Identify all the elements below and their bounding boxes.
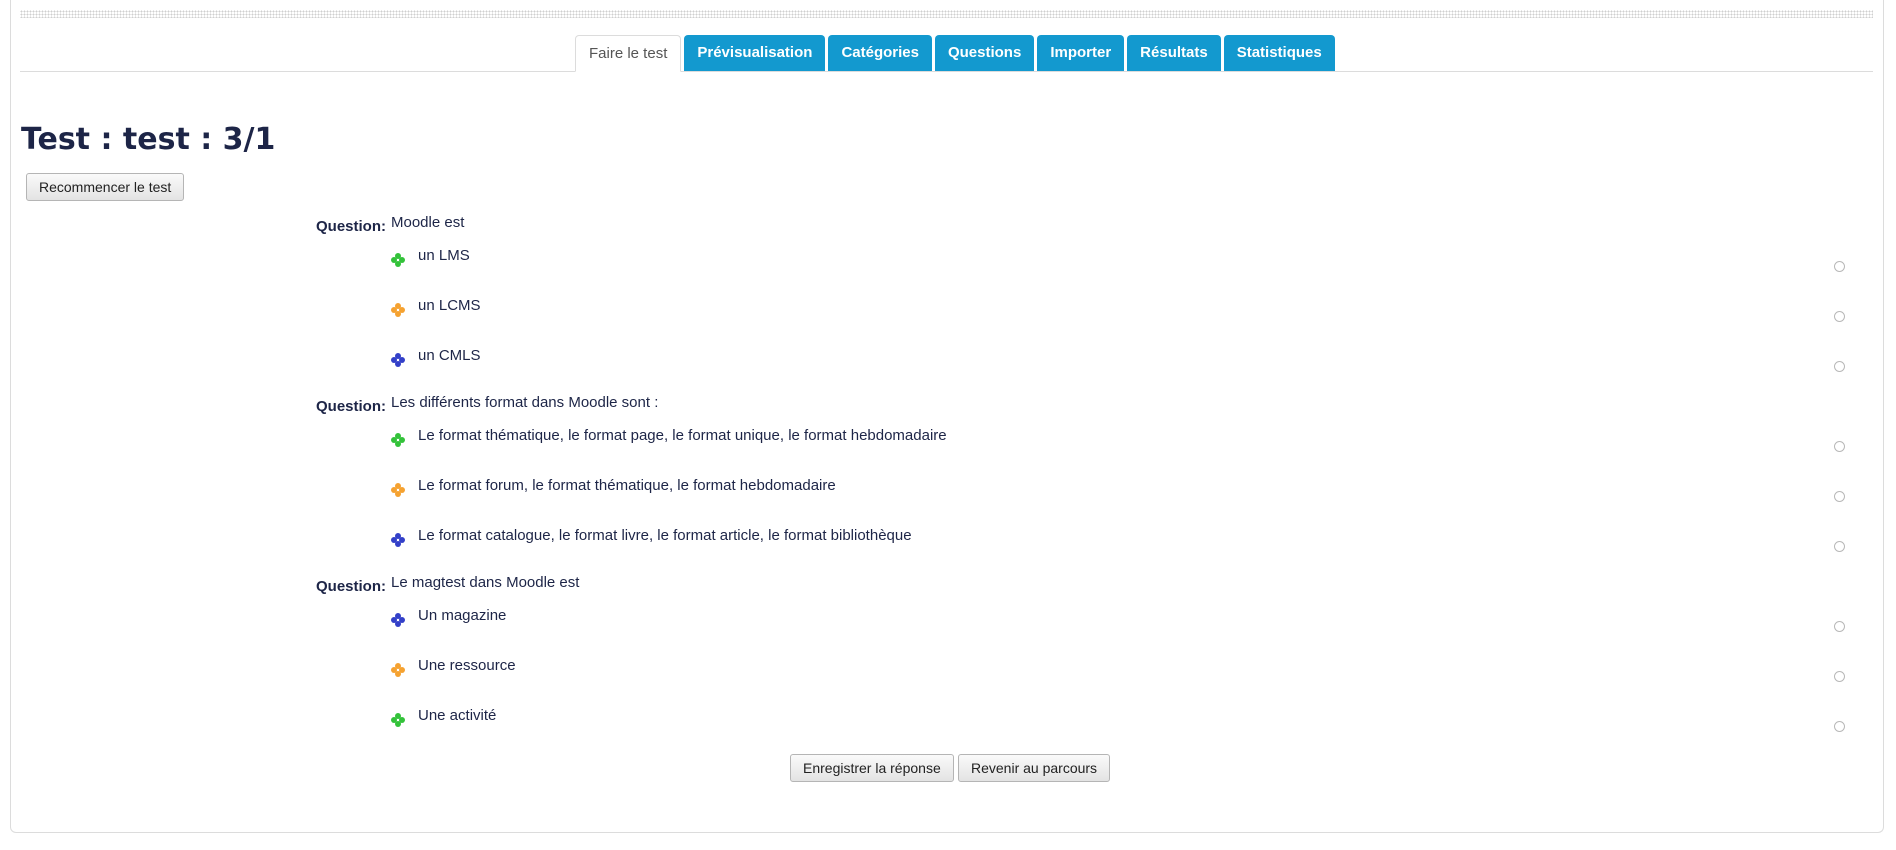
answer-radio[interactable]: [1834, 441, 1845, 452]
green-clover-icon: [391, 253, 405, 267]
blue-clover-icon: [391, 533, 405, 547]
question-text: Moodle est: [391, 214, 465, 231]
answer-radio[interactable]: [1834, 491, 1845, 502]
green-clover-icon: [391, 713, 405, 727]
dotted-divider: [20, 10, 1873, 18]
content-frame: [10, 0, 1884, 833]
answer-text: Le format forum, le format thématique, l…: [418, 477, 836, 494]
answer-text: un CMLS: [418, 347, 481, 364]
answer-radio[interactable]: [1834, 621, 1845, 632]
blue-clover-icon: [391, 353, 405, 367]
answer-text: Une ressource: [418, 657, 516, 674]
restart-test-button[interactable]: Recommencer le test: [26, 173, 185, 201]
answer-text: un LMS: [418, 247, 470, 264]
tab-importer[interactable]: Importer: [1037, 35, 1125, 71]
question-label: Question:: [316, 578, 386, 595]
question-label: Question:: [316, 218, 386, 235]
save-answer-button[interactable]: Enregistrer la réponse: [790, 754, 954, 782]
tab-bar: Faire le test Prévisualisation Catégorie…: [575, 35, 1335, 72]
answer-radio[interactable]: [1834, 721, 1845, 732]
orange-clover-icon: [391, 483, 405, 497]
answer-radio[interactable]: [1834, 671, 1845, 682]
answer-radio[interactable]: [1834, 311, 1845, 322]
answer-radio[interactable]: [1834, 261, 1845, 272]
orange-clover-icon: [391, 303, 405, 317]
tab-previsualisation[interactable]: Prévisualisation: [684, 35, 826, 71]
blue-clover-icon: [391, 613, 405, 627]
answer-text: Le format thématique, le format page, le…: [418, 427, 947, 444]
answer-text: un LCMS: [418, 297, 481, 314]
back-to-course-button[interactable]: Revenir au parcours: [958, 754, 1111, 782]
answer-radio[interactable]: [1834, 361, 1845, 372]
tab-statistiques[interactable]: Statistiques: [1223, 35, 1335, 71]
green-clover-icon: [391, 433, 405, 447]
tab-questions[interactable]: Questions: [934, 35, 1035, 71]
answer-text: Une activité: [418, 707, 497, 724]
question-label: Question:: [316, 398, 386, 415]
question-text: Le magtest dans Moodle est: [391, 574, 580, 591]
page-title: Test : test : 3/1: [21, 122, 276, 157]
question-text: Les différents format dans Moodle sont :: [391, 394, 659, 411]
answer-radio[interactable]: [1834, 541, 1845, 552]
orange-clover-icon: [391, 663, 405, 677]
answer-text: Un magazine: [418, 607, 507, 624]
tab-faire-le-test[interactable]: Faire le test: [575, 35, 682, 72]
answer-text: Le format catalogue, le format livre, le…: [418, 527, 912, 544]
tab-resultats[interactable]: Résultats: [1127, 35, 1221, 71]
tab-categories[interactable]: Catégories: [828, 35, 932, 71]
